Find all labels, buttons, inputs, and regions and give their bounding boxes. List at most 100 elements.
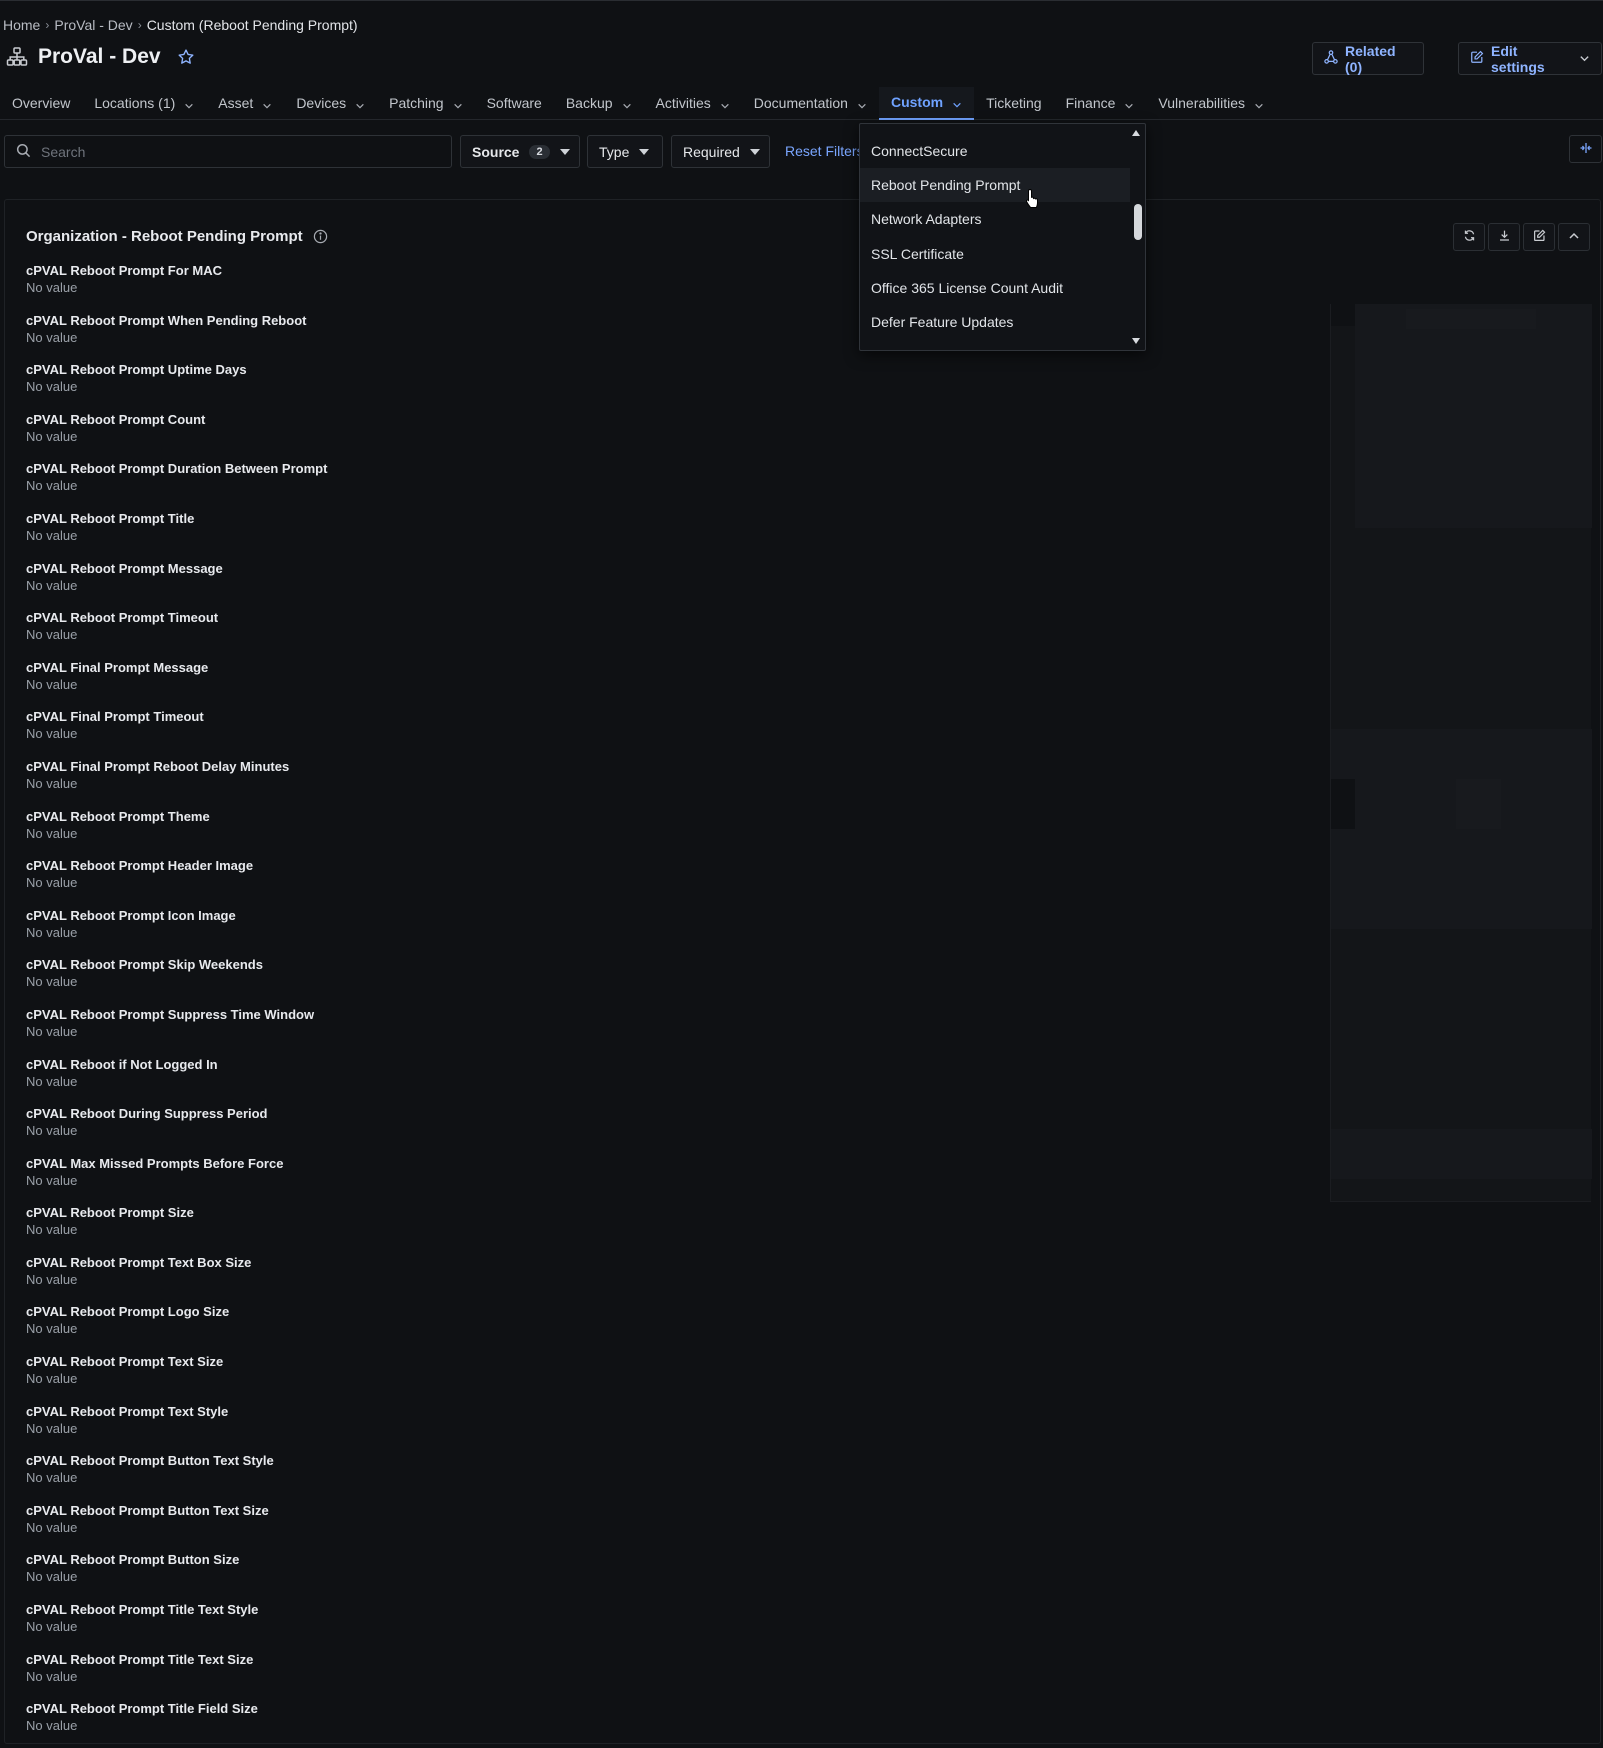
related-button[interactable]: Related (0)	[1312, 42, 1424, 75]
chevron-down-icon	[453, 98, 463, 109]
tab-label: Patching	[389, 95, 444, 111]
custom-menu-item[interactable]: Reboot Pending Prompt	[860, 168, 1130, 203]
required-filter[interactable]: Required	[671, 135, 770, 168]
custom-field: cPVAL Reboot Prompt Button Text Size No v…	[26, 1502, 327, 1552]
field-value[interactable]: No value	[26, 378, 327, 395]
tab-vulnerabilities[interactable]: Vulnerabilities	[1146, 87, 1276, 120]
custom-menu-item[interactable]: Network Adapters	[860, 202, 1130, 236]
source-filter[interactable]: Source 2	[460, 135, 580, 168]
tab-documentation[interactable]: Documentation	[742, 87, 879, 120]
edit-settings-button[interactable]: Edit settings	[1458, 42, 1602, 75]
field-value[interactable]: No value	[26, 1420, 327, 1437]
field-label: cPVAL Reboot Prompt Uptime Days	[26, 362, 247, 378]
split-view-icon	[1579, 141, 1593, 157]
field-value[interactable]: No value	[26, 775, 327, 792]
field-value[interactable]: No value	[26, 1073, 327, 1090]
download-icon	[1498, 229, 1511, 245]
tab-activities[interactable]: Activities	[644, 87, 742, 120]
breadcrumb-org[interactable]: ProVal - Dev	[54, 17, 132, 33]
field-value[interactable]: No value	[26, 279, 327, 296]
field-value[interactable]: No value	[26, 1320, 327, 1337]
field-value[interactable]: No value	[26, 527, 327, 544]
field-value[interactable]: No value	[26, 1221, 327, 1238]
type-filter-label: Type	[599, 143, 630, 160]
custom-field: cPVAL Reboot Prompt Text Box Size No valu…	[26, 1254, 327, 1304]
custom-field: cPVAL Reboot Prompt Logo Size No value	[26, 1303, 327, 1353]
toggle-panel-button[interactable]	[1569, 135, 1602, 163]
download-button[interactable]	[1488, 223, 1520, 251]
field-value[interactable]: No value	[26, 428, 327, 445]
type-filter[interactable]: Type	[587, 135, 663, 168]
favorite-star-icon[interactable]	[177, 48, 195, 66]
custom-field: cPVAL Reboot Prompt Button Size No value	[26, 1551, 327, 1601]
field-label: cPVAL Reboot Prompt Icon Image	[26, 907, 236, 923]
field-label: cPVAL Max Missed Prompts Before Force	[26, 1155, 284, 1171]
field-label: cPVAL Reboot Prompt Suppress Time Window	[26, 1006, 315, 1022]
edit-settings-label: Edit settings	[1491, 42, 1545, 75]
field-label: cPVAL Reboot Prompt Title Field Size	[26, 1701, 258, 1717]
custom-field: cPVAL Reboot Prompt Theme No value	[26, 808, 327, 858]
info-icon[interactable]	[313, 229, 328, 244]
scrollbar-thumb[interactable]	[1134, 204, 1142, 240]
field-value[interactable]: No value	[26, 477, 327, 494]
refresh-button[interactable]	[1453, 223, 1485, 251]
tab-finance[interactable]: Finance	[1054, 87, 1147, 120]
reset-filters-link[interactable]: Reset Filters	[785, 143, 864, 159]
custom-field: cPVAL Reboot Prompt Title Text Style No v…	[26, 1601, 327, 1651]
field-value[interactable]: No value	[26, 1469, 327, 1486]
field-value[interactable]: No value	[26, 1519, 327, 1536]
field-label: cPVAL Final Prompt Timeout	[26, 709, 204, 725]
tab-devices[interactable]: Devices	[284, 87, 377, 120]
field-value[interactable]: No value	[26, 825, 327, 842]
tab-patching[interactable]: Patching	[377, 87, 474, 120]
custom-menu-item[interactable]: SSL Certificate	[860, 237, 1130, 271]
field-value[interactable]: No value	[26, 1023, 327, 1040]
field-value[interactable]: No value	[26, 725, 327, 742]
custom-field: cPVAL Reboot Prompt Header Image No value	[26, 857, 327, 907]
tab-overview[interactable]: Overview	[0, 87, 82, 120]
tab-ticketing[interactable]: Ticketing	[974, 87, 1054, 120]
tab-locations-1[interactable]: Locations (1)	[82, 87, 206, 120]
chevron-down-icon	[952, 97, 962, 108]
custom-field: cPVAL Reboot Prompt Title Field Size No v…	[26, 1700, 327, 1748]
field-value[interactable]: No value	[26, 1668, 327, 1685]
custom-field: cPVAL Reboot Prompt Icon Image No value	[26, 907, 327, 957]
search-box[interactable]	[4, 135, 452, 168]
field-value[interactable]: No value	[26, 1370, 327, 1387]
field-value[interactable]: No value	[26, 329, 327, 346]
scroll-down-arrow-icon[interactable]	[1132, 338, 1140, 344]
tab-label: Locations (1)	[94, 95, 176, 111]
custom-field: cPVAL Reboot Prompt Button Text Style No …	[26, 1452, 327, 1502]
field-value[interactable]: No value	[26, 924, 327, 941]
field-value[interactable]: No value	[26, 626, 327, 643]
custom-field: cPVAL Reboot Prompt Message No value	[26, 560, 327, 610]
tab-label: Overview	[12, 95, 71, 111]
custom-menu-item[interactable]: Defer Feature Updates	[860, 305, 1130, 339]
search-input[interactable]	[41, 143, 421, 160]
collapse-panel-button[interactable]	[1558, 223, 1590, 251]
scroll-up-arrow-icon[interactable]	[1132, 130, 1140, 136]
field-value[interactable]: No value	[26, 874, 327, 891]
tab-label: Devices	[296, 95, 347, 111]
custom-menu-item[interactable]: Office 365 License Count Audit	[860, 271, 1130, 305]
breadcrumb-home[interactable]: Home	[3, 17, 40, 33]
field-value[interactable]: No value	[26, 1122, 327, 1139]
field-value[interactable]: No value	[26, 1172, 327, 1189]
field-value[interactable]: No value	[26, 1568, 327, 1585]
tab-software[interactable]: Software	[475, 87, 554, 120]
field-value[interactable]: No value	[26, 1717, 327, 1734]
field-label: cPVAL Reboot Prompt Skip Weekends	[26, 957, 263, 973]
field-value[interactable]: No value	[26, 577, 327, 594]
chevron-down-icon	[720, 98, 730, 109]
field-value[interactable]: No value	[26, 1271, 327, 1288]
field-value[interactable]: No value	[26, 676, 327, 693]
custom-menu-item[interactable]: ConnectSecure	[860, 134, 1130, 168]
custom-field: cPVAL Reboot Prompt Duration Between Pro…	[26, 460, 327, 510]
field-value[interactable]: No value	[26, 1618, 327, 1635]
field-value[interactable]: No value	[26, 973, 327, 990]
tab-asset[interactable]: Asset	[206, 87, 284, 120]
custom-field: cPVAL Reboot Prompt When Pending Reboot N…	[26, 312, 327, 362]
edit-panel-button[interactable]	[1523, 223, 1555, 251]
tab-custom[interactable]: Custom	[878, 86, 975, 120]
tab-backup[interactable]: Backup	[554, 87, 644, 120]
